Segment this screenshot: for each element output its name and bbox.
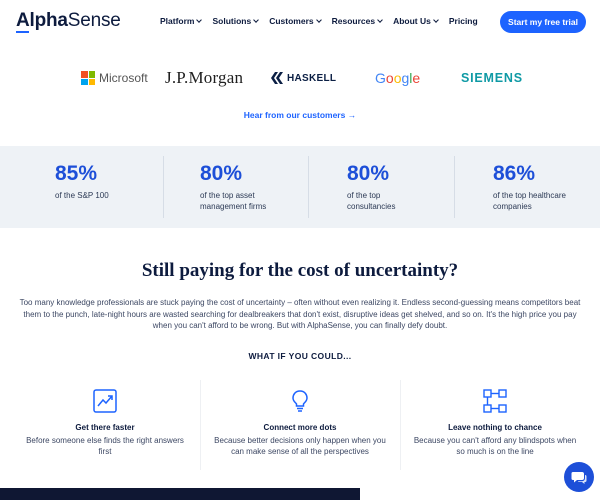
stat-desc-line2: management firms bbox=[200, 202, 267, 211]
nav-about-us[interactable]: About Us bbox=[393, 16, 439, 26]
microsoft-logo: Microsoft bbox=[81, 66, 148, 90]
microsoft-logo-text: Microsoft bbox=[99, 71, 148, 85]
stat-desc-line1: of the top bbox=[347, 191, 381, 200]
next-section-edge bbox=[0, 488, 360, 500]
nav-platform[interactable]: Platform bbox=[160, 16, 203, 26]
chevron-down-icon bbox=[253, 17, 260, 23]
siemens-logo: SIEMENS bbox=[461, 66, 523, 90]
haskell-logo-text: HASKELL bbox=[287, 72, 337, 84]
stat-desc-line1: of the top asset bbox=[200, 191, 255, 200]
feature-desc-line2: can make sense of all the perspectives bbox=[231, 447, 369, 456]
jpmorgan-logo: J.P.Morgan bbox=[165, 66, 243, 90]
feature-desc-line1: Because better decisions only happen whe… bbox=[214, 436, 386, 445]
stat-desc-line2: companies bbox=[493, 202, 532, 211]
site-header: AlphaSense Platform Solutions Customers … bbox=[0, 0, 600, 44]
stat-description: of the top asset management firms bbox=[200, 190, 266, 212]
lightbulb-icon bbox=[292, 390, 308, 412]
feature-desc-line2: first bbox=[98, 447, 112, 456]
feature-title: Connect more dots bbox=[263, 423, 337, 432]
nav-customers-label: Customers bbox=[269, 16, 314, 26]
what-if-heading: WHAT IF YOU COULD... bbox=[248, 351, 352, 361]
feature-leave-nothing-to-chance: Leave nothing to chance Because you can'… bbox=[400, 388, 590, 457]
hear-from-customers-link[interactable]: Hear from our customers → bbox=[0, 110, 600, 120]
feature-divider bbox=[200, 380, 201, 470]
stat-divider bbox=[308, 156, 309, 218]
feature-connect-more-dots: Connect more dots Because better decisio… bbox=[205, 388, 395, 457]
chat-widget-button[interactable] bbox=[564, 462, 594, 492]
feature-title: Leave nothing to chance bbox=[448, 423, 542, 432]
chevron-down-icon bbox=[377, 17, 383, 23]
chevron-down-icon bbox=[196, 17, 203, 23]
stat-desc-line2: consultancies bbox=[347, 202, 396, 211]
nav-platform-label: Platform bbox=[160, 16, 195, 26]
haskell-mark-icon bbox=[271, 72, 283, 84]
feature-description: Because you can't afford any blindspots … bbox=[400, 435, 590, 457]
nav-pricing-label: Pricing bbox=[448, 16, 478, 26]
siemens-logo-text: SIEMENS bbox=[461, 71, 523, 85]
nav-solutions-label: Solutions bbox=[212, 16, 252, 26]
trend-chart-icon bbox=[93, 389, 117, 413]
microsoft-grid-icon bbox=[81, 71, 95, 85]
nav-customers[interactable]: Customers bbox=[269, 16, 322, 26]
feature-desc-line1: Before someone else finds the right answ… bbox=[26, 436, 184, 445]
stats-band: 85% of the S&P 100 80% of the top asset m… bbox=[0, 146, 600, 228]
nav-solutions[interactable]: Solutions bbox=[212, 16, 260, 26]
nav-pricing[interactable]: Pricing bbox=[449, 16, 478, 26]
stat-desc-line1: of the S&P 100 bbox=[55, 191, 109, 200]
stat-value: 80% bbox=[347, 162, 390, 185]
chevron-down-icon bbox=[433, 17, 439, 23]
stat-divider bbox=[163, 156, 164, 218]
feature-title: Get there faster bbox=[75, 423, 135, 432]
section-paragraph: Too many knowledge professionals are stu… bbox=[19, 298, 581, 330]
start-free-trial-button[interactable]: Start my free trial bbox=[500, 11, 586, 33]
stat-description: of the S&P 100 bbox=[55, 190, 109, 201]
feature-desc-line2: so much is on the line bbox=[456, 447, 534, 456]
customer-logos: Microsoft J.P.Morgan HASKELL Google SIEM… bbox=[0, 66, 600, 90]
feature-get-there-faster: Get there faster Before someone else fin… bbox=[10, 388, 200, 457]
google-logo-text: Google bbox=[375, 70, 421, 86]
jpmorgan-logo-text: J.P.Morgan bbox=[165, 68, 244, 87]
chat-bubble-icon bbox=[571, 472, 587, 484]
main-nav: Platform Solutions Customers Resources A… bbox=[160, 16, 489, 26]
stat-divider bbox=[454, 156, 455, 218]
logo-underline bbox=[16, 31, 29, 33]
section-heading: Still paying for the cost of uncertainty… bbox=[141, 260, 459, 281]
feature-description: Because better decisions only happen whe… bbox=[205, 435, 395, 457]
stat-description: of the top consultancies bbox=[347, 190, 395, 212]
stat-value: 80% bbox=[200, 162, 243, 185]
haskell-logo: HASKELL bbox=[271, 66, 336, 90]
alphasense-logo[interactable]: AlphaSense bbox=[16, 10, 121, 32]
feature-desc-line1: Because you can't afford any blindspots … bbox=[413, 436, 577, 445]
google-logo: Google bbox=[375, 66, 420, 90]
feature-description: Before someone else finds the right answ… bbox=[10, 435, 200, 457]
logo-text-sense: Sense bbox=[67, 10, 121, 31]
stat-description: of the top healthcare companies bbox=[493, 190, 566, 212]
logo-text-alpha: Alpha bbox=[16, 10, 68, 31]
nav-resources[interactable]: Resources bbox=[331, 16, 383, 26]
stat-value: 86% bbox=[493, 162, 536, 185]
stat-desc-line1: of the top healthcare bbox=[493, 191, 566, 200]
chevron-down-icon bbox=[315, 17, 322, 23]
nav-about-us-label: About Us bbox=[393, 16, 431, 26]
nav-resources-label: Resources bbox=[331, 16, 376, 26]
stat-value: 85% bbox=[55, 162, 98, 185]
flowchart-icon bbox=[483, 389, 507, 413]
